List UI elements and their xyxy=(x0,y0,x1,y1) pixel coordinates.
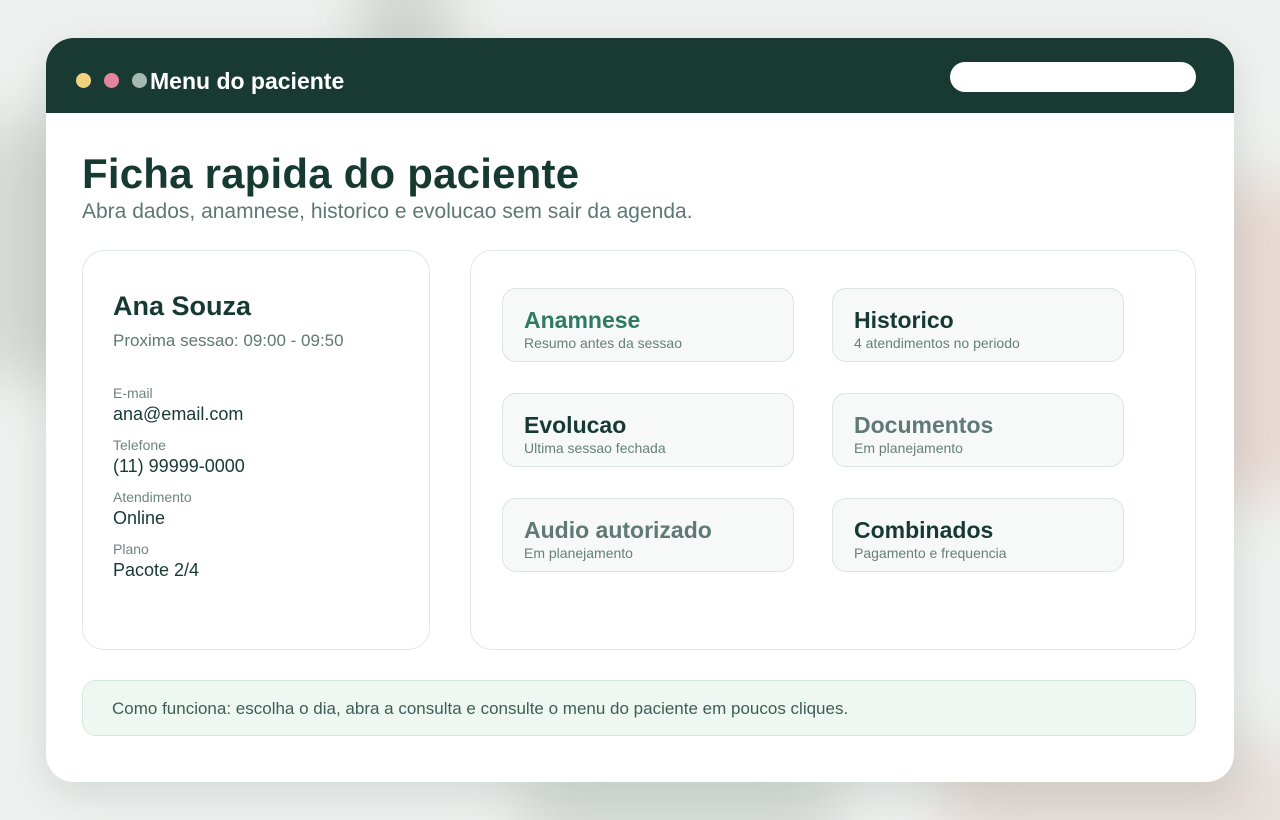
menu-card-title: Anamnese xyxy=(524,307,641,333)
field-value: ana@email.com xyxy=(113,404,244,424)
search-input[interactable] xyxy=(950,62,1196,92)
field-label: Plano xyxy=(113,541,149,557)
window-title: Menu do paciente xyxy=(150,68,345,94)
field-plan: Plano Pacote 2/4 xyxy=(113,541,199,581)
field-attendance: Atendimento Online xyxy=(113,489,192,529)
field-value: Online xyxy=(113,508,166,528)
next-session: Proxima sessao: 09:00 - 09:50 xyxy=(113,331,344,350)
field-value: Pacote 2/4 xyxy=(113,560,200,580)
menu-card-audio-autorizado[interactable]: Audio autorizado Em planejamento xyxy=(502,498,794,572)
menu-card-title: Combinados xyxy=(854,517,994,543)
menu-card-subtitle: Pagamento e frequencia xyxy=(854,545,1007,561)
field-email: E-mail ana@email.com xyxy=(113,385,243,425)
menu-card-subtitle: Em planejamento xyxy=(524,545,633,561)
field-label: E-mail xyxy=(113,385,153,401)
patient-card: Ana Souza Proxima sessao: 09:00 - 09:50 … xyxy=(82,250,430,650)
menu-card-evolucao[interactable]: Evolucao Ultima sessao fechada xyxy=(502,393,794,467)
maximize-dot-icon[interactable] xyxy=(132,73,147,88)
menu-card-subtitle: Resumo antes da sessao xyxy=(524,335,682,351)
menu-card-title: Audio autorizado xyxy=(524,517,712,543)
field-phone: Telefone (11) 99999-0000 xyxy=(113,437,245,477)
menu-card-title: Evolucao xyxy=(524,412,627,438)
field-value: (11) 99999-0000 xyxy=(113,456,245,476)
menu-card-subtitle: 4 atendimentos no periodo xyxy=(854,335,1020,351)
app-window: Menu do paciente Ficha rapida do pacient… xyxy=(46,38,1234,782)
page-subtitle: Abra dados, anamnese, historico e evoluc… xyxy=(82,200,693,223)
menu-card-historico[interactable]: Historico 4 atendimentos no periodo xyxy=(832,288,1124,362)
close-dot-icon[interactable] xyxy=(104,73,119,88)
patient-menu-panel: Anamnese Resumo antes da sessao Historic… xyxy=(470,250,1196,650)
menu-card-anamnese[interactable]: Anamnese Resumo antes da sessao xyxy=(502,288,794,362)
menu-card-subtitle: Em planejamento xyxy=(854,440,963,456)
menu-card-title: Documentos xyxy=(854,412,994,438)
menu-card-documentos[interactable]: Documentos Em planejamento xyxy=(832,393,1124,467)
menu-card-combinados[interactable]: Combinados Pagamento e frequencia xyxy=(832,498,1124,572)
menu-card-subtitle: Ultima sessao fechada xyxy=(524,440,666,456)
field-label: Telefone xyxy=(113,437,166,453)
info-text: Como funciona: escolha o dia, abra a con… xyxy=(112,699,849,718)
patient-name: Ana Souza xyxy=(113,291,252,321)
field-label: Atendimento xyxy=(113,489,192,505)
page-title: Ficha rapida do paciente xyxy=(82,150,580,197)
info-banner: Como funciona: escolha o dia, abra a con… xyxy=(82,680,1196,736)
title-bar: Menu do paciente xyxy=(46,38,1234,113)
menu-card-title: Historico xyxy=(854,307,954,333)
minimize-dot-icon[interactable] xyxy=(76,73,91,88)
